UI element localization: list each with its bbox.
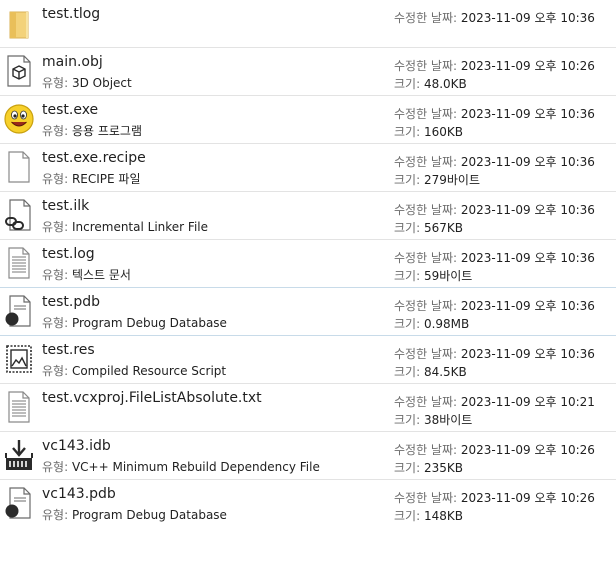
list-item[interactable]: test.ilk 유형: Incremental Linker File 수정한… <box>0 192 616 240</box>
file-size: 크기: 235KB <box>394 461 463 475</box>
file-name: test.vcxproj.FileListAbsolute.txt <box>42 390 262 406</box>
file-size: 크기: 38바이트 <box>394 413 473 427</box>
list-item[interactable]: vc143.pdb 유형: Program Debug Database 수정한… <box>0 480 616 528</box>
file-type: 유형: 3D Object <box>42 76 132 90</box>
file-size: 크기: 84.5KB <box>394 365 467 379</box>
list-item[interactable]: test.pdb 유형: Program Debug Database 수정한 … <box>0 288 616 336</box>
list-item[interactable]: test.log 유형: 텍스트 문서 수정한 날짜: 2023-11-09 오… <box>0 240 616 288</box>
pdb-file-icon <box>4 294 34 328</box>
file-size: 크기: 48.0KB <box>394 77 467 91</box>
text-document-icon <box>4 390 34 424</box>
smiley-exe-icon <box>4 102 34 136</box>
file-name: vc143.idb <box>42 438 111 454</box>
modified-date: 수정한 날짜: 2023-11-09 오후 10:36 <box>394 107 595 121</box>
pdb-file-icon <box>4 486 34 520</box>
modified-date: 수정한 날짜: 2023-11-09 오후 10:36 <box>394 251 595 265</box>
file-type: 유형: 응용 프로그램 <box>42 124 143 138</box>
file-name: test.tlog <box>42 6 101 22</box>
modified-date: 수정한 날짜: 2023-11-09 오후 10:26 <box>394 443 595 457</box>
file-type: 유형: VC++ Minimum Rebuild Dependency File <box>42 460 320 474</box>
file-name: test.log <box>42 246 95 262</box>
file-type: 유형: Compiled Resource Script <box>42 364 227 378</box>
3d-object-icon <box>4 54 34 88</box>
file-name: test.exe <box>42 102 99 118</box>
file-size: 크기: 567KB <box>394 221 463 235</box>
file-size: 크기: 279바이트 <box>394 173 480 187</box>
folder-icon <box>4 6 34 40</box>
idb-file-icon <box>4 438 34 472</box>
list-item[interactable]: test.exe.recipe 유형: RECIPE 파일 수정한 날짜: 20… <box>0 144 616 192</box>
file-name: test.ilk <box>42 198 90 214</box>
modified-date: 수정한 날짜: 2023-11-09 오후 10:21 <box>394 395 595 409</box>
modified-date: 수정한 날짜: 2023-11-09 오후 10:36 <box>394 347 595 361</box>
list-item[interactable]: main.obj 유형: 3D Object 수정한 날짜: 2023-11-0… <box>0 48 616 96</box>
linker-file-icon <box>4 198 34 232</box>
file-list: test.tlog 수정한 날짜: 2023-11-09 오후 10:36 ma… <box>0 0 616 528</box>
resource-script-icon <box>4 342 34 376</box>
file-name: test.exe.recipe <box>42 150 146 166</box>
list-item[interactable]: test.vcxproj.FileListAbsolute.txt 수정한 날짜… <box>0 384 616 432</box>
modified-date: 수정한 날짜: 2023-11-09 오후 10:26 <box>394 59 595 73</box>
list-item[interactable]: test.res 유형: Compiled Resource Script 수정… <box>0 336 616 384</box>
file-name: test.res <box>42 342 95 358</box>
modified-date: 수정한 날짜: 2023-11-09 오후 10:36 <box>394 155 595 169</box>
modified-date: 수정한 날짜: 2023-11-09 오후 10:36 <box>394 299 595 313</box>
text-document-icon <box>4 246 34 280</box>
file-type: 유형: RECIPE 파일 <box>42 172 141 186</box>
file-name: main.obj <box>42 54 103 70</box>
blank-file-icon <box>4 150 34 184</box>
file-type: 유형: Program Debug Database <box>42 316 227 330</box>
file-size: 크기: 148KB <box>394 509 463 523</box>
list-item[interactable]: vc143.idb 유형: VC++ Minimum Rebuild Depen… <box>0 432 616 480</box>
modified-date: 수정한 날짜: 2023-11-09 오후 10:26 <box>394 491 595 505</box>
file-type: 유형: Incremental Linker File <box>42 220 208 234</box>
file-type: 유형: Program Debug Database <box>42 508 227 522</box>
file-size: 크기: 0.98MB <box>394 317 470 331</box>
file-size: 크기: 160KB <box>394 125 463 139</box>
file-type: 유형: 텍스트 문서 <box>42 268 131 282</box>
list-item[interactable]: test.exe 유형: 응용 프로그램 수정한 날짜: 2023-11-09 … <box>0 96 616 144</box>
modified-date: 수정한 날짜: 2023-11-09 오후 10:36 <box>394 11 595 25</box>
modified-date: 수정한 날짜: 2023-11-09 오후 10:36 <box>394 203 595 217</box>
file-size: 크기: 59바이트 <box>394 269 473 283</box>
file-name: test.pdb <box>42 294 100 310</box>
list-item[interactable]: test.tlog 수정한 날짜: 2023-11-09 오후 10:36 <box>0 0 616 48</box>
file-name: vc143.pdb <box>42 486 116 502</box>
